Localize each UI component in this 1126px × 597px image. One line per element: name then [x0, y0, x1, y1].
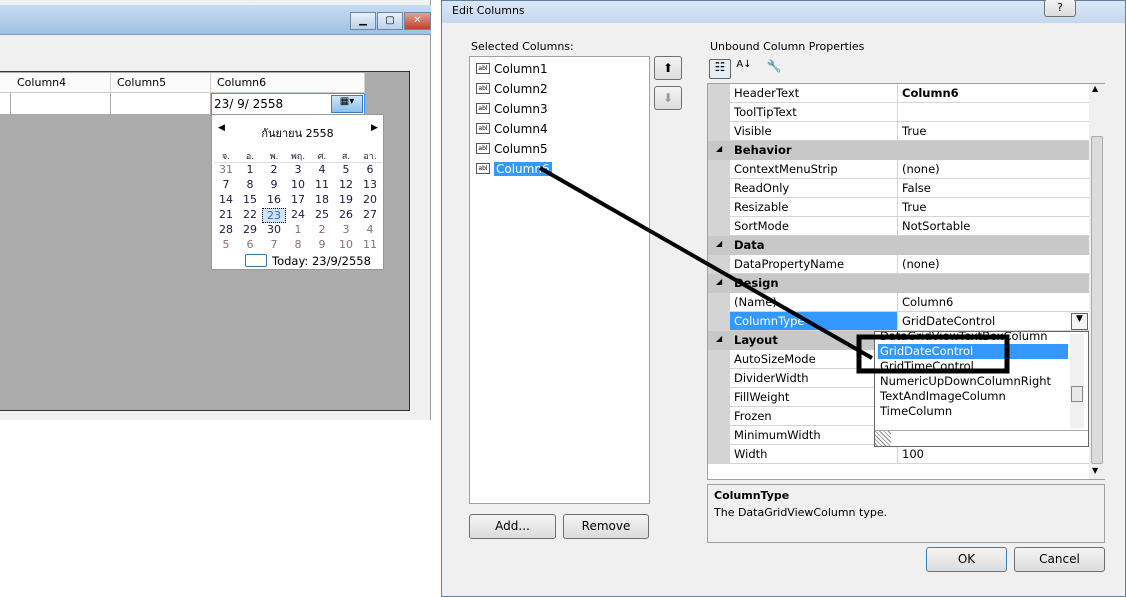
annotation-overlay	[539, 166, 1010, 374]
annotation-box	[856, 334, 1010, 374]
annotation-arrow	[539, 166, 873, 360]
